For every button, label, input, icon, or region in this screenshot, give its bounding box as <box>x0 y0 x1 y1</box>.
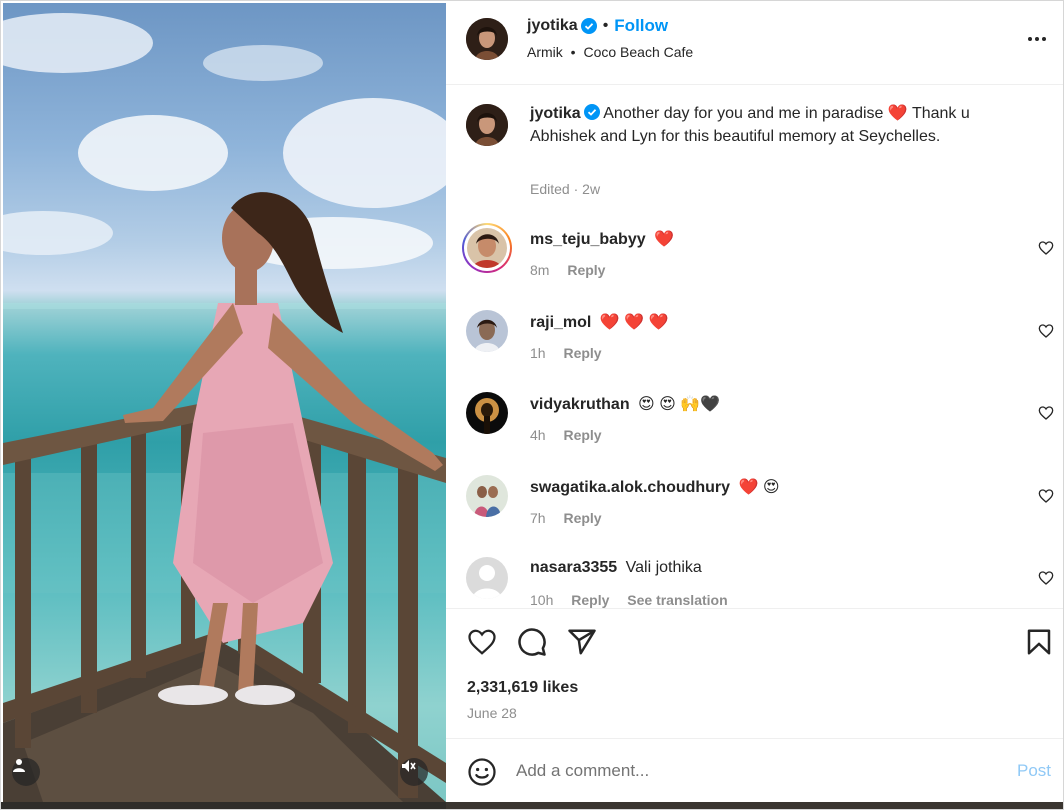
comment-body: vidyakruthan 😍 😍 🙌🖤 <box>530 394 720 414</box>
subtitle-separator: • <box>570 44 576 60</box>
follow-button[interactable]: Follow <box>614 16 668 36</box>
author-avatar[interactable] <box>466 18 508 60</box>
post-date[interactable]: June 28 <box>467 705 517 721</box>
post-button[interactable]: Post <box>1017 761 1051 781</box>
comment-meta: 7h Reply <box>530 510 602 526</box>
see-translation-button[interactable]: See translation <box>627 592 727 608</box>
comment-item: vidyakruthan 😍 😍 🙌🖤 4h Reply <box>466 392 1056 462</box>
caption-author-avatar[interactable] <box>466 104 508 146</box>
likes-count[interactable]: 2,331,619 likes <box>467 679 578 697</box>
comment-body: raji_mol ❤️ ❤️ ❤️ <box>530 312 668 332</box>
tagged-users-button[interactable] <box>12 758 40 786</box>
emoji-icon[interactable] <box>467 757 497 787</box>
person-icon <box>13 759 25 772</box>
commenter-username[interactable]: ms_teju_babyy <box>530 231 646 248</box>
comment-text: 😍 😍 🙌🖤 <box>638 396 721 413</box>
comment-age: 8m <box>530 262 550 278</box>
comment-meta: 10h Reply See translation <box>530 592 728 608</box>
commenter-avatar[interactable] <box>466 557 508 599</box>
caption-username[interactable]: jyotika <box>530 105 581 122</box>
header-subtitle: Armik • Coco Beach Cafe <box>527 44 693 60</box>
comment-text: ❤️ 😍 <box>738 479 780 496</box>
like-comment-heart-icon[interactable] <box>1038 570 1054 586</box>
share-icon[interactable] <box>567 627 597 657</box>
comment-item: nasara3355 Vali jothika 10h Reply See tr… <box>466 557 1056 608</box>
header-title-line: jyotika • Follow <box>527 16 668 36</box>
avatar-photo <box>466 475 508 517</box>
commenter-avatar[interactable] <box>466 310 508 352</box>
author-username[interactable]: jyotika <box>527 17 578 35</box>
location-link[interactable]: Coco Beach Cafe <box>583 44 693 60</box>
commenter-username[interactable]: raji_mol <box>530 314 591 331</box>
reply-button[interactable]: Reply <box>563 510 601 526</box>
commenter-avatar[interactable] <box>462 223 512 273</box>
reply-button[interactable]: Reply <box>563 427 601 443</box>
muted-speaker-icon <box>402 760 416 772</box>
comment-meta: 8m Reply <box>530 262 605 278</box>
beach-photo-illustration <box>3 13 446 802</box>
comment-body: swagatika.alok.choudhury ❤️ 😍 <box>530 477 780 497</box>
meta-separator: · <box>573 181 579 197</box>
comment-meta: 4h Reply <box>530 427 602 443</box>
background-strip <box>1 802 446 809</box>
commenter-username[interactable]: swagatika.alok.choudhury <box>530 479 730 496</box>
comment-text: Vali jothika <box>625 559 702 576</box>
comment-age: 7h <box>530 510 546 526</box>
caption-meta: Edited · 2w <box>530 181 600 197</box>
caption-age: 2w <box>582 181 601 197</box>
reply-button[interactable]: Reply <box>567 262 605 278</box>
verified-badge-icon <box>583 104 600 120</box>
default-avatar-icon <box>466 557 508 599</box>
comment-item: swagatika.alok.choudhury ❤️ 😍 7h Reply <box>466 475 1056 545</box>
comment-icon[interactable] <box>517 627 547 657</box>
more-options-icon[interactable] <box>1024 27 1050 51</box>
comment-age: 1h <box>530 345 546 361</box>
comment-text: ❤️ ❤️ ❤️ <box>599 314 669 331</box>
commenter-avatar[interactable] <box>466 392 508 434</box>
like-comment-heart-icon[interactable] <box>1038 405 1054 421</box>
comment-body: nasara3355 Vali jothika <box>530 559 702 577</box>
edited-label: Edited <box>530 181 570 197</box>
avatar-photo <box>466 310 508 352</box>
add-comment-bar: Post <box>446 738 1063 802</box>
reply-button[interactable]: Reply <box>571 592 609 608</box>
like-comment-heart-icon[interactable] <box>1038 323 1054 339</box>
avatar-photo <box>466 18 508 60</box>
commenter-avatar[interactable] <box>466 475 508 517</box>
commenter-username[interactable]: vidyakruthan <box>530 396 630 413</box>
comment-body: ms_teju_babyy ❤️ <box>530 229 674 249</box>
caption-line-1: Another day for you and me in paradise ❤… <box>603 105 908 122</box>
verified-badge-icon <box>580 18 597 34</box>
heart-icon[interactable] <box>467 627 497 657</box>
mute-button[interactable] <box>400 758 428 786</box>
comment-text: ❤️ <box>654 231 674 248</box>
background-strip <box>446 802 1063 809</box>
avatar-photo <box>466 392 508 434</box>
avatar-photo <box>466 104 508 146</box>
commenter-username[interactable]: nasara3355 <box>530 559 617 576</box>
audio-artist-link[interactable]: Armik <box>527 44 563 60</box>
post-side-panel: jyotika • Follow Armik • Coco Beach Cafe <box>446 1 1063 802</box>
post-dialog: jyotika • Follow Armik • Coco Beach Cafe <box>0 0 1064 810</box>
like-comment-heart-icon[interactable] <box>1038 488 1054 504</box>
comment-input[interactable] <box>516 757 996 785</box>
like-comment-heart-icon[interactable] <box>1038 240 1054 256</box>
comment-age: 4h <box>530 427 546 443</box>
comment-item: raji_mol ❤️ ❤️ ❤️ 1h Reply <box>466 310 1056 380</box>
header-separator: • <box>602 17 609 34</box>
comment-age: 10h <box>530 592 554 608</box>
reply-button[interactable]: Reply <box>563 345 601 361</box>
caption-text: jyotika Another day for you and me in pa… <box>530 103 970 148</box>
bookmark-icon[interactable] <box>1024 627 1054 657</box>
comments-list[interactable]: jyotika Another day for you and me in pa… <box>446 86 1063 608</box>
post-photo[interactable] <box>3 3 446 802</box>
comment-meta: 1h Reply <box>530 345 602 361</box>
post-header: jyotika • Follow Armik • Coco Beach Cafe <box>446 1 1063 85</box>
post-actions: 2,331,619 likes June 28 <box>446 608 1063 738</box>
comment-item: ms_teju_babyy ❤️ 8m Reply <box>462 223 1056 297</box>
avatar-photo <box>467 228 507 268</box>
